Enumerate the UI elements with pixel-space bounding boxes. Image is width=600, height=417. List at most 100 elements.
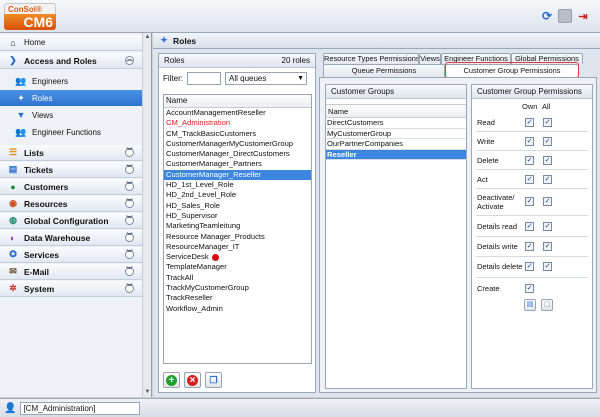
- chevron-down-icon[interactable]: ︾: [125, 267, 134, 276]
- tab-views[interactable]: Views: [419, 53, 441, 64]
- role-item[interactable]: HD_Sales_Role: [164, 201, 311, 211]
- logout-icon[interactable]: ⇥: [576, 9, 590, 23]
- sidebar-home[interactable]: ⌂ Home: [0, 35, 142, 51]
- role-item[interactable]: TrackReseller: [164, 293, 311, 303]
- all-checkbox[interactable]: ✓: [543, 156, 552, 165]
- own-checkbox[interactable]: ✓: [525, 197, 534, 206]
- sidebar-item-roles[interactable]: ✦ Roles: [0, 90, 142, 106]
- divider: [476, 256, 588, 257]
- deselect-all-button[interactable]: ▢: [541, 299, 553, 311]
- own-checkbox[interactable]: ✓: [525, 262, 534, 271]
- roles-actions: + × ❐: [163, 372, 222, 388]
- lists-icon: ☰: [8, 147, 18, 157]
- all-checkbox[interactable]: ✓: [543, 175, 552, 184]
- select-all-button[interactable]: ▤: [524, 299, 536, 311]
- sidebar-group-lists[interactable]: ☰ Lists ︾: [0, 145, 142, 161]
- chevron-down-icon[interactable]: ︾: [125, 165, 134, 174]
- own-checkbox[interactable]: ✓: [525, 175, 534, 184]
- own-checkbox[interactable]: ✓: [525, 242, 534, 251]
- consol-cm6-logo: ConSol® CM6: [4, 3, 56, 30]
- chevron-down-icon[interactable]: ︾: [125, 216, 134, 225]
- role-item[interactable]: MarketingTeamleitung: [164, 221, 311, 231]
- customer-groups-list[interactable]: Name DirectCustomers MyCustomerGroup Our…: [326, 100, 466, 388]
- create-checkbox[interactable]: ✓: [525, 284, 534, 293]
- sidebar-group-label: E-Mail: [24, 266, 50, 277]
- chevron-down-icon[interactable]: ︾: [125, 250, 134, 259]
- role-item[interactable]: HD_Supervisor: [164, 211, 311, 221]
- role-item[interactable]: CustomerManagerMyCustomerGroup: [164, 139, 311, 149]
- tab-queue-permissions[interactable]: Queue Permissions: [323, 64, 445, 77]
- sidebar-group-system[interactable]: ✲ System ︾: [0, 281, 142, 297]
- scroll-down-icon[interactable]: ▼: [143, 388, 152, 397]
- sidebar-scrollbar[interactable]: ▲ ▼: [142, 33, 151, 397]
- select-all-icon: ▤: [526, 301, 534, 308]
- all-checkbox[interactable]: ✓: [543, 262, 552, 271]
- role-item[interactable]: Resource Manager_Products: [164, 232, 311, 242]
- all-checkbox[interactable]: ✓: [543, 197, 552, 206]
- role-item[interactable]: HD_1st_Level_Role: [164, 180, 311, 190]
- sidebar-item-views[interactable]: ▼ Views: [0, 107, 142, 123]
- sidebar-group-resources[interactable]: ◉ Resources ︾: [0, 196, 142, 212]
- chevron-down-icon[interactable]: ︾: [125, 182, 134, 191]
- own-checkbox[interactable]: ✓: [525, 222, 534, 231]
- sidebar-group-tickets[interactable]: ▤ Tickets ︾: [0, 162, 142, 178]
- role-item[interactable]: AccountManagementReseller: [164, 108, 311, 118]
- add-role-button[interactable]: +: [163, 372, 180, 388]
- all-checkbox[interactable]: ✓: [543, 242, 552, 251]
- divider: [476, 131, 588, 132]
- role-item[interactable]: CM_TrackBasicCustomers: [164, 129, 311, 139]
- all-checkbox[interactable]: ✓: [543, 118, 552, 127]
- role-item[interactable]: Workflow_Admin: [164, 304, 311, 314]
- customer-group-item[interactable]: DirectCustomers: [326, 118, 466, 129]
- role-item[interactable]: CM_Administration: [164, 118, 311, 128]
- role-item-selected[interactable]: CustomerManager_Reseller: [164, 169, 311, 181]
- roles-list[interactable]: Name AccountManagementReseller CM_Admini…: [163, 94, 312, 364]
- window-icon[interactable]: [558, 9, 572, 23]
- tab-resource-types-permissions[interactable]: Resource Types Permissions: [323, 53, 419, 64]
- scroll-up-icon[interactable]: ▲: [143, 33, 152, 42]
- delete-role-button[interactable]: ×: [184, 372, 201, 388]
- own-checkbox[interactable]: ✓: [525, 156, 534, 165]
- tab-highlight: [445, 62, 579, 78]
- sidebar-group-services[interactable]: ✪ Services ︾: [0, 247, 142, 263]
- sidebar-group-global-configuration[interactable]: ◍ Global Configuration ︾: [0, 213, 142, 229]
- customer-groups-column-header[interactable]: Name: [326, 104, 466, 118]
- role-item[interactable]: TrackMyCustomerGroup: [164, 283, 311, 293]
- customer-group-item[interactable]: MyCustomerGroup: [326, 129, 466, 139]
- all-checkbox[interactable]: ✓: [543, 222, 552, 231]
- permissions-title: Customer Group Permissions: [477, 87, 582, 96]
- add-icon: +: [166, 374, 177, 386]
- chevron-up-icon[interactable]: ︽: [125, 56, 134, 65]
- role-item[interactable]: TemplateManager: [164, 262, 311, 272]
- chevron-down-icon[interactable]: ︾: [125, 284, 134, 293]
- role-item[interactable]: CustomerManager_Partners: [164, 159, 311, 169]
- filter-input[interactable]: [187, 72, 221, 85]
- role-item[interactable]: HD_2nd_Level_Role: [164, 190, 311, 200]
- sidebar-group-customers[interactable]: ● Customers ︾: [0, 179, 142, 195]
- own-checkbox[interactable]: ✓: [525, 137, 534, 146]
- role-item[interactable]: CustomerManager_DirectCustomers: [164, 149, 311, 159]
- chevron-down-icon[interactable]: ︾: [125, 199, 134, 208]
- customer-group-item-selected[interactable]: Reseller: [326, 149, 466, 160]
- copy-role-button[interactable]: ❐: [205, 372, 222, 388]
- permissions-columns: Own All: [472, 102, 592, 112]
- sidebar-group-access-and-roles[interactable]: ❯ Access and Roles ︽: [0, 53, 142, 69]
- role-item[interactable]: ResourceManager_IT: [164, 242, 311, 252]
- chevron-down-icon[interactable]: ︾: [125, 148, 134, 157]
- sidebar-group-data-warehouse[interactable]: ◐ Data Warehouse ︾: [0, 230, 142, 246]
- user-icon: 👤: [4, 402, 17, 414]
- sidebar-item-engineers[interactable]: 👥 Engineers: [0, 73, 142, 89]
- sidebar-item-engineer-functions[interactable]: 👥 Engineer Functions: [0, 124, 142, 140]
- own-checkbox[interactable]: ✓: [525, 118, 534, 127]
- roles-list-header[interactable]: Name: [164, 95, 311, 108]
- all-checkbox[interactable]: ✓: [543, 137, 552, 146]
- role-item[interactable]: TrackAll: [164, 273, 311, 283]
- sidebar-group-email[interactable]: ✉ E-Mail ︾: [0, 264, 142, 280]
- queue-select[interactable]: All queues ▼: [225, 72, 307, 85]
- customer-group-item[interactable]: OurPartnerCompanies: [326, 139, 466, 150]
- role-item-servicedesk[interactable]: ServiceDesk: [164, 252, 311, 262]
- chevron-down-icon[interactable]: ︾: [125, 233, 134, 242]
- permission-label: Details write: [477, 242, 518, 251]
- col-all: All: [542, 102, 551, 111]
- refresh-icon[interactable]: ⟳: [540, 9, 554, 23]
